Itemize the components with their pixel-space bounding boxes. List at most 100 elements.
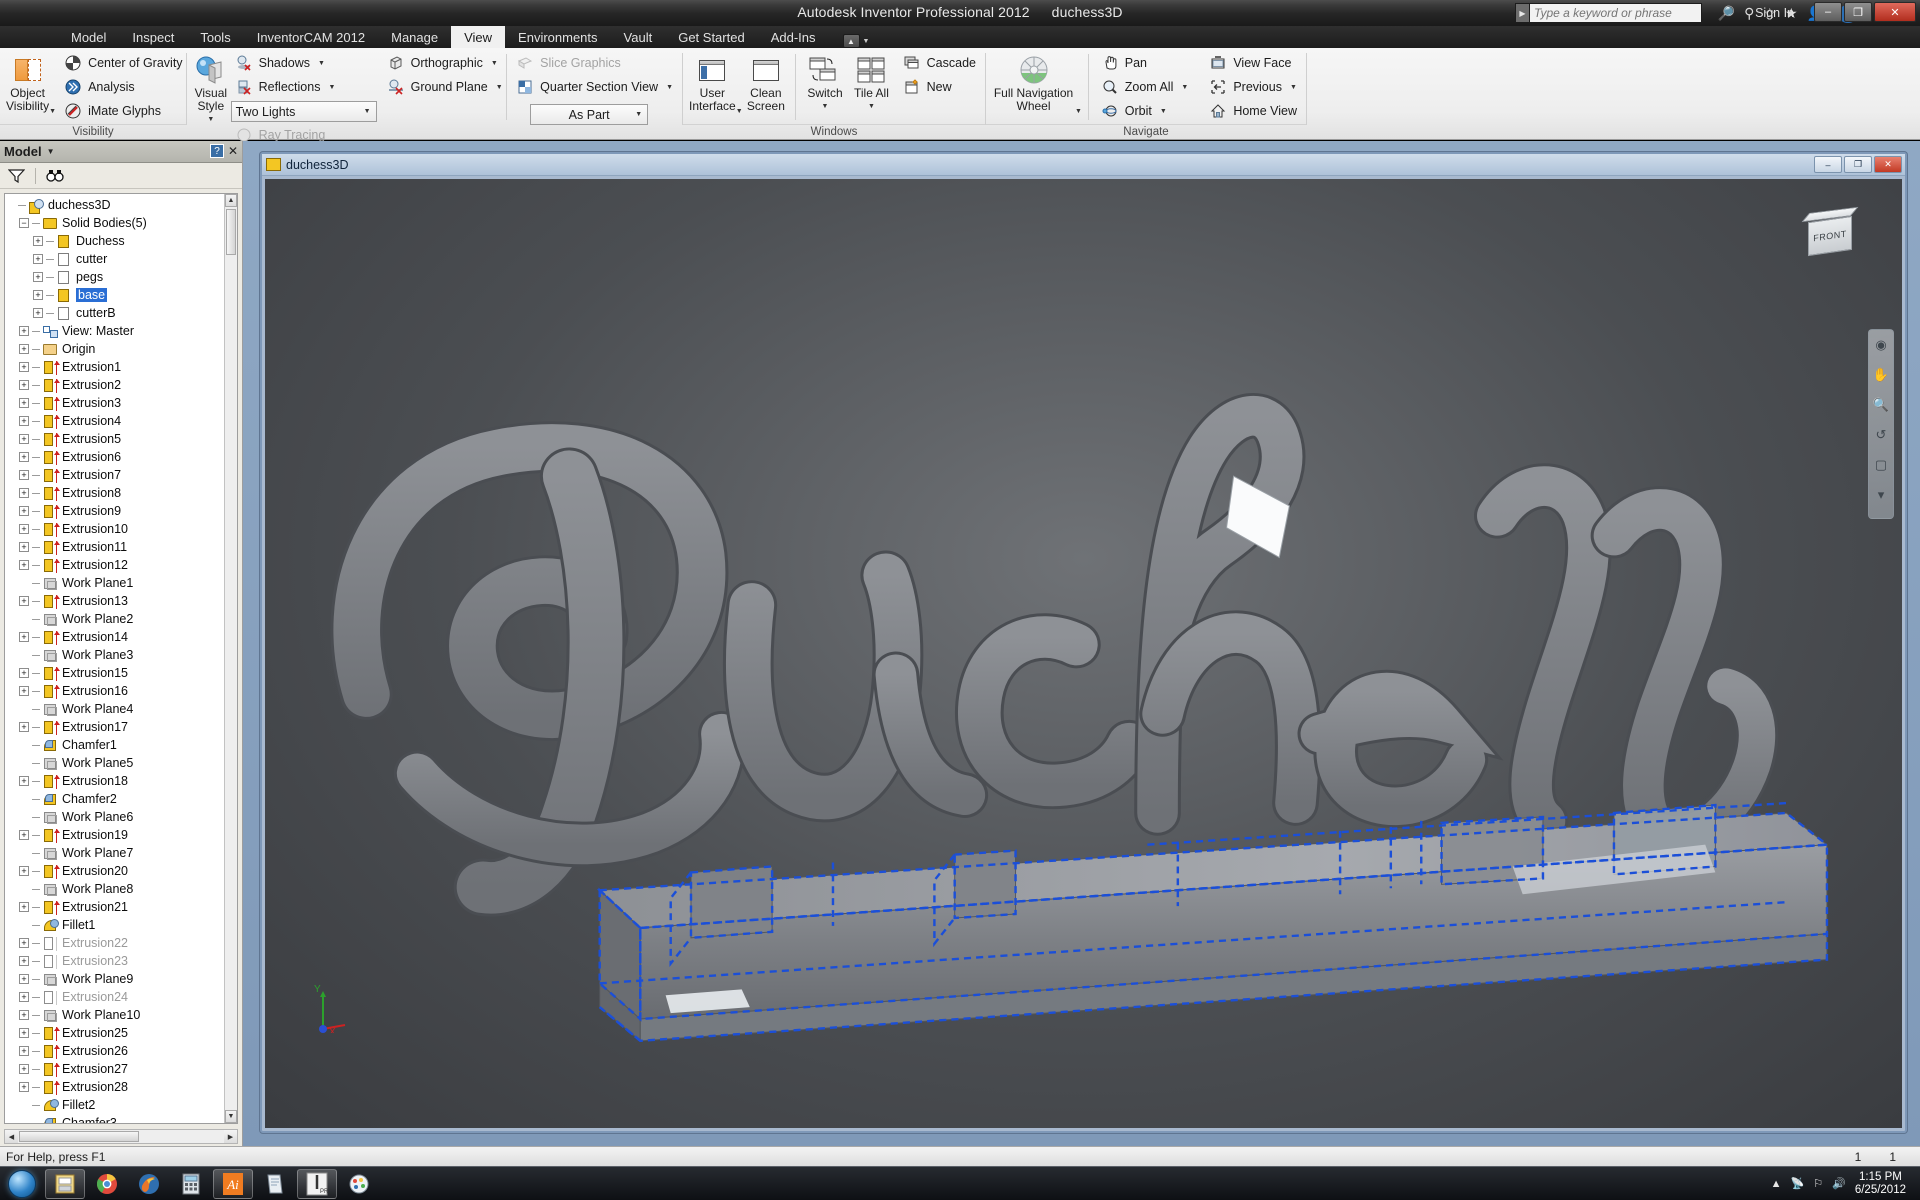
expand-icon[interactable]: + — [19, 776, 29, 786]
chevron-down-icon[interactable]: ▼ — [207, 113, 214, 126]
scroll-up-icon[interactable]: ▲ — [225, 194, 237, 207]
shadows-button[interactable]: Shadows ▼ — [231, 51, 377, 75]
previous-view-button[interactable]: Previous ▼ — [1205, 75, 1300, 99]
tree-item-work-plane6[interactable]: Work Plane6 — [5, 808, 224, 826]
chevron-down-icon[interactable]: ▼ — [736, 108, 743, 124]
expand-icon[interactable]: + — [19, 344, 29, 354]
tree-item-work-plane7[interactable]: Work Plane7 — [5, 844, 224, 862]
expand-icon[interactable]: + — [19, 380, 29, 390]
tree-item-extrusion26[interactable]: + Extrusion26 — [5, 1042, 224, 1060]
look-at-icon[interactable]: ▢ — [1872, 456, 1890, 474]
tree-item-extrusion1[interactable]: + Extrusion1 — [5, 358, 224, 376]
tab-add-ins[interactable]: Add-Ins — [758, 26, 829, 48]
tree-item-extrusion12[interactable]: + Extrusion12 — [5, 556, 224, 574]
search-binoculars-icon[interactable]: 🔎 — [1718, 4, 1735, 22]
chevron-down-icon[interactable]: ▼ — [318, 60, 325, 67]
expand-icon[interactable]: + — [19, 938, 29, 948]
tree-item-extrusion11[interactable]: + Extrusion11 — [5, 538, 224, 556]
quarter-section-view-button[interactable]: Quarter Section View ▼ — [512, 75, 676, 99]
tree-item-extrusion13[interactable]: + Extrusion13 — [5, 592, 224, 610]
tree-item-duchess[interactable]: + Duchess — [5, 232, 224, 250]
expand-icon[interactable]: + — [33, 308, 43, 318]
expand-icon[interactable]: + — [19, 902, 29, 912]
section-representation-combo[interactable]: As Part ▼ — [530, 104, 649, 125]
tree-item-work-plane9[interactable]: + Work Plane9 — [5, 970, 224, 988]
ground-plane-button[interactable]: Ground Plane ▼ — [383, 75, 506, 99]
tree-item-work-plane2[interactable]: Work Plane2 — [5, 610, 224, 628]
tree-item-extrusion18[interactable]: + Extrusion18 — [5, 772, 224, 790]
tree-item-extrusion21[interactable]: + Extrusion21 — [5, 898, 224, 916]
expand-icon[interactable]: + — [19, 596, 29, 606]
tree-item-extrusion19[interactable]: + Extrusion19 — [5, 826, 224, 844]
tree-item-extrusion2[interactable]: + Extrusion2 — [5, 376, 224, 394]
expand-icon[interactable]: + — [19, 488, 29, 498]
pan-icon[interactable]: ✋ — [1872, 366, 1890, 384]
tree-item-extrusion20[interactable]: + Extrusion20 — [5, 862, 224, 880]
analysis-button[interactable]: Analysis — [60, 75, 185, 99]
expand-icon[interactable]: + — [19, 1046, 29, 1056]
imate-glyphs-button[interactable]: iMate Glyphs — [60, 99, 185, 123]
orbit-icon[interactable]: ↺ — [1872, 426, 1890, 444]
expand-icon[interactable]: + — [19, 470, 29, 480]
view-face-button[interactable]: View Face — [1205, 51, 1300, 75]
expand-icon[interactable]: + — [19, 398, 29, 408]
chevron-down-icon[interactable]: ▼ — [1181, 84, 1188, 91]
tree-item-chamfer2[interactable]: Chamfer2 — [5, 790, 224, 808]
home-view-button[interactable]: Home View — [1205, 99, 1300, 123]
switch-windows-button[interactable]: Switch ▼ — [802, 51, 848, 113]
taskbar-calculator-button[interactable] — [171, 1169, 211, 1199]
view-cube[interactable]: FRONT — [1801, 206, 1860, 261]
tree-item-extrusion4[interactable]: + Extrusion4 — [5, 412, 224, 430]
expand-icon[interactable]: + — [19, 524, 29, 534]
expand-icon[interactable]: + — [19, 506, 29, 516]
tree-item-work-plane4[interactable]: Work Plane4 — [5, 700, 224, 718]
taskbar-explorer-button[interactable] — [45, 1168, 85, 1199]
taskbar-inventor-button[interactable]: PRO — [297, 1168, 337, 1199]
center-of-gravity-button[interactable]: Center of Gravity — [60, 51, 185, 75]
start-button[interactable] — [0, 1167, 44, 1200]
tree-item-extrusion17[interactable]: + Extrusion17 — [5, 718, 224, 736]
tree-item-solid-bodies-5-[interactable]: − Solid Bodies(5) — [5, 214, 224, 232]
help-icon[interactable]: ? — [210, 144, 224, 158]
expand-icon[interactable]: + — [19, 632, 29, 642]
scrollbar-thumb[interactable] — [19, 1131, 139, 1142]
orthographic-button[interactable]: Orthographic ▼ — [383, 51, 506, 75]
chevron-down-icon[interactable]: ▼ — [822, 100, 829, 113]
taskbar-chrome-button[interactable] — [87, 1169, 127, 1199]
tab-environments[interactable]: Environments — [505, 26, 610, 48]
expand-icon[interactable]: + — [19, 992, 29, 1002]
minimize-button[interactable]: – — [1814, 2, 1842, 22]
tab-tools[interactable]: Tools — [187, 26, 243, 48]
tree-item-extrusion8[interactable]: + Extrusion8 — [5, 484, 224, 502]
expand-icon[interactable]: + — [19, 1028, 29, 1038]
chevron-down-icon[interactable]: ▼ — [328, 84, 335, 91]
chevron-down-icon[interactable]: ▼ — [491, 60, 498, 67]
expand-icon[interactable]: + — [19, 434, 29, 444]
action-center-icon[interactable]: ⚐ — [1813, 1177, 1823, 1190]
tree-item-cutter[interactable]: + cutter — [5, 250, 224, 268]
doc-minimize-button[interactable]: – — [1814, 156, 1842, 173]
expand-icon[interactable]: + — [33, 254, 43, 264]
tree-item-cutterb[interactable]: + cutterB — [5, 304, 224, 322]
orbit-button[interactable]: Orbit ▼ — [1097, 99, 1192, 123]
expand-icon[interactable]: + — [19, 686, 29, 696]
taskbar-clock[interactable]: 1:15 PM 6/25/2012 — [1855, 1171, 1912, 1197]
taskbar-illustrator-button[interactable]: Ai — [213, 1168, 253, 1199]
user-interface-button[interactable]: User Interface — [689, 51, 736, 113]
chevron-down-icon[interactable]: ▼ — [863, 38, 870, 45]
expand-icon[interactable]: + — [19, 668, 29, 678]
visual-style-button[interactable]: Visual Style ▼ — [193, 51, 229, 126]
tree-item-chamfer3[interactable]: Chamfer3 — [5, 1114, 224, 1123]
tree-item-origin[interactable]: + Origin — [5, 340, 224, 358]
tree-item-extrusion3[interactable]: + Extrusion3 — [5, 394, 224, 412]
tree-item-pegs[interactable]: + pegs — [5, 268, 224, 286]
tree-item-duchess3d[interactable]: duchess3D — [5, 196, 224, 214]
search-dropdown-icon[interactable]: ▶ — [1515, 3, 1529, 23]
expand-icon[interactable]: + — [19, 1010, 29, 1020]
tree-item-extrusion15[interactable]: + Extrusion15 — [5, 664, 224, 682]
tab-inventorcam[interactable]: InventorCAM 2012 — [244, 26, 378, 48]
tree-item-work-plane3[interactable]: Work Plane3 — [5, 646, 224, 664]
expand-icon[interactable]: + — [19, 974, 29, 984]
steering-wheel-icon[interactable]: ◉ — [1872, 336, 1890, 354]
taskbar-firefox-button[interactable] — [129, 1169, 169, 1199]
